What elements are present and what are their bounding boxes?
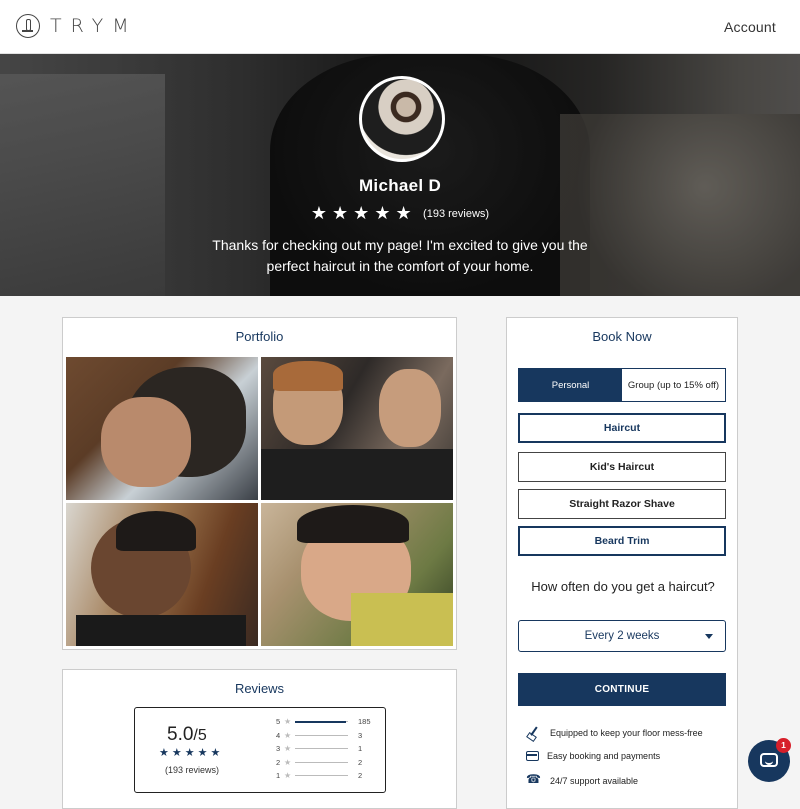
notification-badge: 1 bbox=[776, 738, 791, 753]
broom-icon bbox=[526, 727, 542, 739]
rating-bar bbox=[295, 748, 348, 750]
star-icon: ★ bbox=[284, 744, 292, 754]
account-link[interactable]: Account bbox=[724, 19, 776, 35]
service-kids-haircut-button[interactable]: Kid's Haircut bbox=[518, 452, 726, 482]
continue-button[interactable]: CONTINUE bbox=[518, 673, 726, 706]
rating-distribution-row: 2 ★ 2 bbox=[276, 756, 376, 770]
feature-item: Equipped to keep your floor mess-free bbox=[526, 727, 726, 739]
rating-bar bbox=[295, 761, 348, 763]
rating-count: 3 bbox=[358, 730, 363, 740]
rating-count: 2 bbox=[358, 757, 363, 767]
rating-distribution: 5 ★ 185 4 ★ 3 3 ★ 1 2 ★ 2 1 ★ 2 bbox=[276, 715, 376, 783]
rating-level: 1 bbox=[276, 771, 281, 781]
booking-card: Book Now Personal Group (up to 15% off) … bbox=[506, 317, 738, 809]
tab-personal[interactable]: Personal bbox=[519, 369, 622, 401]
phone-icon bbox=[526, 772, 542, 787]
portfolio-photo[interactable] bbox=[261, 503, 453, 646]
frequency-select[interactable]: Every 2 weeks bbox=[518, 620, 726, 652]
rating-distribution-row: 3 ★ 1 bbox=[276, 742, 376, 756]
rating-level: 4 bbox=[276, 730, 281, 740]
credit-card-icon bbox=[526, 751, 539, 761]
razor-logo-icon bbox=[16, 14, 40, 38]
rating-count: 1 bbox=[358, 744, 363, 754]
star-icon: ★ bbox=[284, 730, 292, 740]
review-count[interactable]: (193 reviews) bbox=[423, 208, 489, 220]
portfolio-photo[interactable] bbox=[66, 357, 258, 500]
frequency-question: How often do you get a haircut? bbox=[531, 579, 715, 594]
rating-bar bbox=[295, 734, 348, 736]
feature-item: Easy booking and payments bbox=[526, 751, 726, 761]
rating-level: 3 bbox=[276, 744, 281, 754]
barber-tagline: Thanks for checking out my page! I'm exc… bbox=[212, 237, 588, 274]
rating-bar-fill bbox=[295, 720, 346, 723]
rating-distribution-row: 1 ★ 2 bbox=[276, 769, 376, 783]
star-rating-icon: ★★★★★ bbox=[310, 203, 417, 223]
hero-rating: ★★★★★ (193 reviews) bbox=[0, 203, 800, 224]
portfolio-title: Portfolio bbox=[235, 329, 284, 344]
rating-distribution-row: 4 ★ 3 bbox=[276, 729, 376, 743]
rating-level: 5 bbox=[276, 717, 281, 727]
logo-text: TRYM bbox=[50, 15, 138, 37]
portfolio-photo[interactable] bbox=[261, 357, 453, 500]
feature-item: 24/7 support available bbox=[526, 772, 726, 787]
booking-type-toggle: Personal Group (up to 15% off) bbox=[518, 368, 726, 402]
rating-level: 2 bbox=[276, 757, 281, 767]
booking-title: Book Now bbox=[592, 329, 652, 344]
service-beard-trim-button[interactable]: Beard Trim bbox=[518, 526, 726, 556]
average-rating: 5.0/5 bbox=[167, 724, 207, 745]
rating-count: 185 bbox=[358, 717, 371, 727]
chat-icon bbox=[760, 753, 778, 767]
logo[interactable]: TRYM bbox=[16, 14, 138, 38]
star-icon: ★ bbox=[284, 771, 292, 781]
tab-group[interactable]: Group (up to 15% off) bbox=[622, 369, 725, 401]
portfolio-card: Portfolio bbox=[62, 317, 457, 650]
profile-hero: Michael D ★★★★★ (193 reviews) Thanks for… bbox=[0, 54, 800, 296]
rating-summary: 5.0/5 ★★★★★ (193 reviews) 5 ★ 185 4 ★ 3 3 ★ 1 2 ★ 2… bbox=[134, 707, 386, 793]
review-count: (193 reviews) bbox=[165, 765, 220, 775]
rating-bar bbox=[295, 775, 348, 777]
chevron-down-icon bbox=[705, 634, 713, 639]
rating-distribution-row: 5 ★ 185 bbox=[276, 715, 376, 729]
star-rating-icon: ★★★★★ bbox=[159, 747, 224, 759]
rating-bar bbox=[295, 720, 348, 723]
top-nav: TRYM Account bbox=[0, 0, 800, 54]
portfolio-photo[interactable] bbox=[66, 503, 258, 646]
reviews-card: Reviews 5.0/5 ★★★★★ (193 reviews) 5 ★ 185 4… bbox=[62, 669, 457, 809]
frequency-value: Every 2 weeks bbox=[584, 630, 660, 642]
star-icon: ★ bbox=[284, 757, 292, 767]
service-razor-shave-button[interactable]: Straight Razor Shave bbox=[518, 489, 726, 519]
reviews-title: Reviews bbox=[234, 681, 285, 696]
rating-count: 2 bbox=[358, 771, 363, 781]
barber-name: Michael D bbox=[358, 176, 442, 195]
barber-avatar bbox=[359, 76, 445, 162]
service-haircut-button[interactable]: Haircut bbox=[518, 413, 726, 443]
star-icon: ★ bbox=[284, 717, 292, 727]
